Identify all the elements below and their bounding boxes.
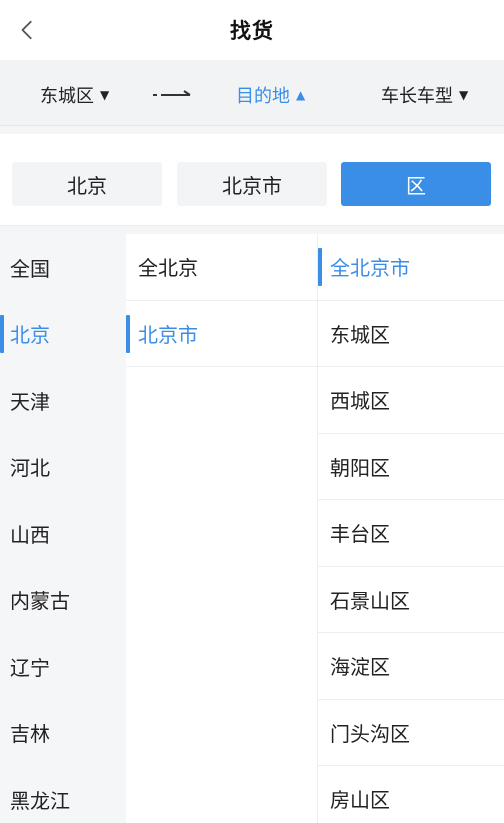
destination-label: 目的地: [236, 86, 290, 107]
caret-down-icon: ▼: [459, 88, 469, 102]
origin-filter[interactable]: 东城区 ▼: [40, 82, 109, 108]
back-button[interactable]: [10, 12, 46, 48]
tab-province[interactable]: 北京: [12, 162, 162, 206]
route-arrow-icon: [153, 90, 191, 96]
province-item-hebei[interactable]: 河北: [0, 434, 126, 501]
province-item-liaoning[interactable]: 辽宁: [0, 633, 126, 700]
tab-city[interactable]: 北京市: [177, 162, 327, 206]
province-list[interactable]: 全国 北京 天津 河北 山西 内蒙古 辽宁 吉林 黑龙江: [0, 234, 126, 823]
tab-district[interactable]: 区: [341, 162, 491, 206]
district-item-shijingshan[interactable]: 石景山区: [318, 567, 504, 633]
city-item-beijing-shi[interactable]: 北京市: [126, 301, 317, 367]
caret-up-icon: ▲: [296, 88, 306, 102]
vehicle-label: 车长车型: [381, 86, 453, 107]
district-list[interactable]: 全北京市 东城区 西城区 朝阳区 丰台区 石景山区 海淀区 门头沟区 房山区: [318, 234, 504, 823]
region-level-tabs: 北京 北京市 区: [0, 134, 504, 226]
city-item-all[interactable]: 全北京: [126, 234, 317, 301]
district-item-chaoyang[interactable]: 朝阳区: [318, 434, 504, 500]
app-screen: 找货 东城区 ▼ 目的地 ▲ 车长车型 ▼ 北京 北京市 区 全国 北京 天津 …: [0, 0, 504, 823]
city-list[interactable]: 全北京 北京市: [126, 234, 318, 823]
origin-label: 东城区: [40, 86, 94, 107]
district-item-haidian[interactable]: 海淀区: [318, 633, 504, 700]
top-header: 找货: [0, 0, 504, 60]
district-item-fengtai[interactable]: 丰台区: [318, 500, 504, 567]
district-item-fangshan[interactable]: 房山区: [318, 766, 504, 823]
province-item-beijing[interactable]: 北京: [0, 301, 126, 368]
region-picker: 全国 北京 天津 河北 山西 内蒙古 辽宁 吉林 黑龙江 全北京 北京市 全北京…: [0, 234, 504, 823]
province-item-shanxi[interactable]: 山西: [0, 500, 126, 567]
chevron-left-icon: [21, 20, 32, 40]
vehicle-filter[interactable]: 车长车型 ▼: [381, 82, 468, 108]
district-item-xicheng[interactable]: 西城区: [318, 367, 504, 434]
route-filter-bar: 东城区 ▼ 目的地 ▲ 车长车型 ▼: [0, 60, 504, 126]
page-title: 找货: [230, 19, 274, 43]
district-item-mentougou[interactable]: 门头沟区: [318, 700, 504, 766]
district-item-all[interactable]: 全北京市: [318, 234, 504, 301]
destination-filter[interactable]: 目的地 ▲: [236, 82, 305, 108]
province-item-quanguo[interactable]: 全国: [0, 234, 126, 301]
province-item-jilin[interactable]: 吉林: [0, 700, 126, 767]
caret-down-icon: ▼: [100, 88, 110, 102]
province-item-tianjin[interactable]: 天津: [0, 367, 126, 434]
district-item-dongcheng[interactable]: 东城区: [318, 301, 504, 367]
province-item-heilongjiang[interactable]: 黑龙江: [0, 766, 126, 823]
province-item-neimenggu[interactable]: 内蒙古: [0, 567, 126, 634]
